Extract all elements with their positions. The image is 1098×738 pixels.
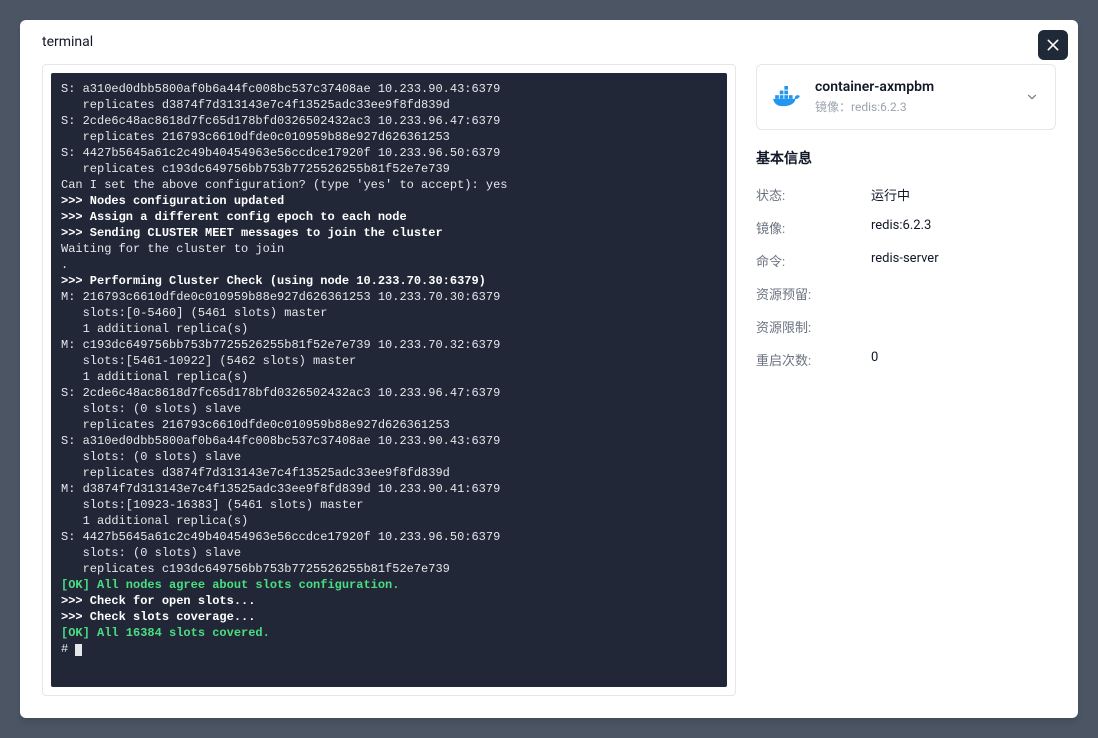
panel-title: terminal	[42, 34, 93, 50]
info-value: 运行中	[871, 185, 1056, 204]
terminal-line: slots: (0 slots) slave	[61, 401, 717, 417]
terminal-line: >>> Sending CLUSTER MEET messages to joi…	[61, 225, 717, 241]
terminal-line: replicates d3874f7d313143e7c4f13525adc33…	[61, 465, 717, 481]
terminal-line: slots:[5461-10922] (5462 slots) master	[61, 353, 717, 369]
panel-body: S: a310ed0dbb5800af0b6a44fc008bc537c3740…	[20, 64, 1078, 718]
terminal-line: 1 additional replica(s)	[61, 369, 717, 385]
main-panel: terminal S: a310ed0dbb5800af0b6a44fc008b…	[20, 20, 1078, 718]
info-row: 命令:redis-server	[756, 244, 1056, 277]
chevron-down-icon	[1025, 90, 1039, 104]
container-image-sub: 镜像：redis:6.2.3	[815, 98, 1013, 115]
terminal-line: M: 216793c6610dfde0c010959b88e927d626361…	[61, 289, 717, 305]
terminal-line: replicates c193dc649756bb753b7725526255b…	[61, 561, 717, 577]
terminal-line: slots: (0 slots) slave	[61, 545, 717, 561]
info-label: 资源预留:	[756, 284, 871, 303]
terminal-line: replicates 216793c6610dfde0c010959b88e92…	[61, 129, 717, 145]
terminal-line: replicates c193dc649756bb753b7725526255b…	[61, 161, 717, 177]
container-name: container-axmpbm	[815, 79, 1013, 95]
terminal-line: S: 4427b5645a61c2c49b40454963e56ccdce179…	[61, 145, 717, 161]
close-button[interactable]	[1038, 30, 1068, 60]
terminal-prompt: #	[61, 641, 717, 657]
terminal-cursor	[75, 644, 82, 656]
docker-icon	[773, 86, 803, 108]
terminal-line: .	[61, 257, 717, 273]
basic-info-title: 基本信息	[756, 148, 1056, 168]
info-row: 镜像:redis:6.2.3	[756, 211, 1056, 244]
info-rows: 状态:运行中镜像:redis:6.2.3命令:redis-server资源预留:…	[756, 178, 1056, 376]
terminal-line: slots:[10923-16383] (5461 slots) master	[61, 497, 717, 513]
terminal-line: S: 2cde6c48ac8618d7fc65d178bfd0326502432…	[61, 113, 717, 129]
terminal-line: replicates d3874f7d313143e7c4f13525adc33…	[61, 97, 717, 113]
info-row: 重启次数:0	[756, 343, 1056, 376]
close-icon	[1045, 37, 1061, 53]
terminal-wrap: S: a310ed0dbb5800af0b6a44fc008bc537c3740…	[42, 64, 736, 696]
info-value	[871, 284, 1056, 303]
terminal-line: replicates 216793c6610dfde0c010959b88e92…	[61, 417, 717, 433]
terminal-line: >>> Check slots coverage...	[61, 609, 717, 625]
terminal-line: S: 2cde6c48ac8618d7fc65d178bfd0326502432…	[61, 385, 717, 401]
terminal-line: M: d3874f7d313143e7c4f13525adc33ee9f8fd8…	[61, 481, 717, 497]
info-value: redis:6.2.3	[871, 218, 1056, 237]
terminal-line: S: a310ed0dbb5800af0b6a44fc008bc537c3740…	[61, 81, 717, 97]
terminal-line: 1 additional replica(s)	[61, 321, 717, 337]
terminal-line: [OK] All 16384 slots covered.	[61, 625, 717, 641]
info-label: 命令:	[756, 251, 871, 270]
info-value	[871, 317, 1056, 336]
info-label: 重启次数:	[756, 350, 871, 369]
terminal-line: >>> Check for open slots...	[61, 593, 717, 609]
terminal-output[interactable]: S: a310ed0dbb5800af0b6a44fc008bc537c3740…	[51, 73, 727, 687]
terminal-line: 1 additional replica(s)	[61, 513, 717, 529]
terminal-line: [OK] All nodes agree about slots configu…	[61, 577, 717, 593]
terminal-line: >>> Performing Cluster Check (using node…	[61, 273, 717, 289]
terminal-line: Waiting for the cluster to join	[61, 241, 717, 257]
panel-header: terminal	[20, 20, 1078, 64]
basic-info-section: 基本信息 状态:运行中镜像:redis:6.2.3命令:redis-server…	[756, 148, 1056, 376]
info-label: 资源限制:	[756, 317, 871, 336]
container-image-label: 镜像：	[815, 100, 851, 114]
info-value: 0	[871, 350, 1056, 369]
terminal-line: Can I set the above configuration? (type…	[61, 177, 717, 193]
info-label: 状态:	[756, 185, 871, 204]
terminal-line: slots:[0-5460] (5461 slots) master	[61, 305, 717, 321]
container-image-value: redis:6.2.3	[851, 100, 907, 114]
info-row: 资源限制:	[756, 310, 1056, 343]
container-info: container-axmpbm 镜像：redis:6.2.3	[815, 79, 1013, 115]
terminal-line: S: a310ed0dbb5800af0b6a44fc008bc537c3740…	[61, 433, 717, 449]
info-label: 镜像:	[756, 218, 871, 237]
info-value: redis-server	[871, 251, 1056, 270]
terminal-line: >>> Assign a different config epoch to e…	[61, 209, 717, 225]
terminal-line: S: 4427b5645a61c2c49b40454963e56ccdce179…	[61, 529, 717, 545]
terminal-line: >>> Nodes configuration updated	[61, 193, 717, 209]
info-row: 资源预留:	[756, 277, 1056, 310]
terminal-line: slots: (0 slots) slave	[61, 449, 717, 465]
container-card[interactable]: container-axmpbm 镜像：redis:6.2.3	[756, 64, 1056, 130]
info-row: 状态:运行中	[756, 178, 1056, 211]
sidebar: container-axmpbm 镜像：redis:6.2.3 基本信息 状态:…	[756, 64, 1056, 696]
terminal-line: M: c193dc649756bb753b7725526255b81f52e7e…	[61, 337, 717, 353]
